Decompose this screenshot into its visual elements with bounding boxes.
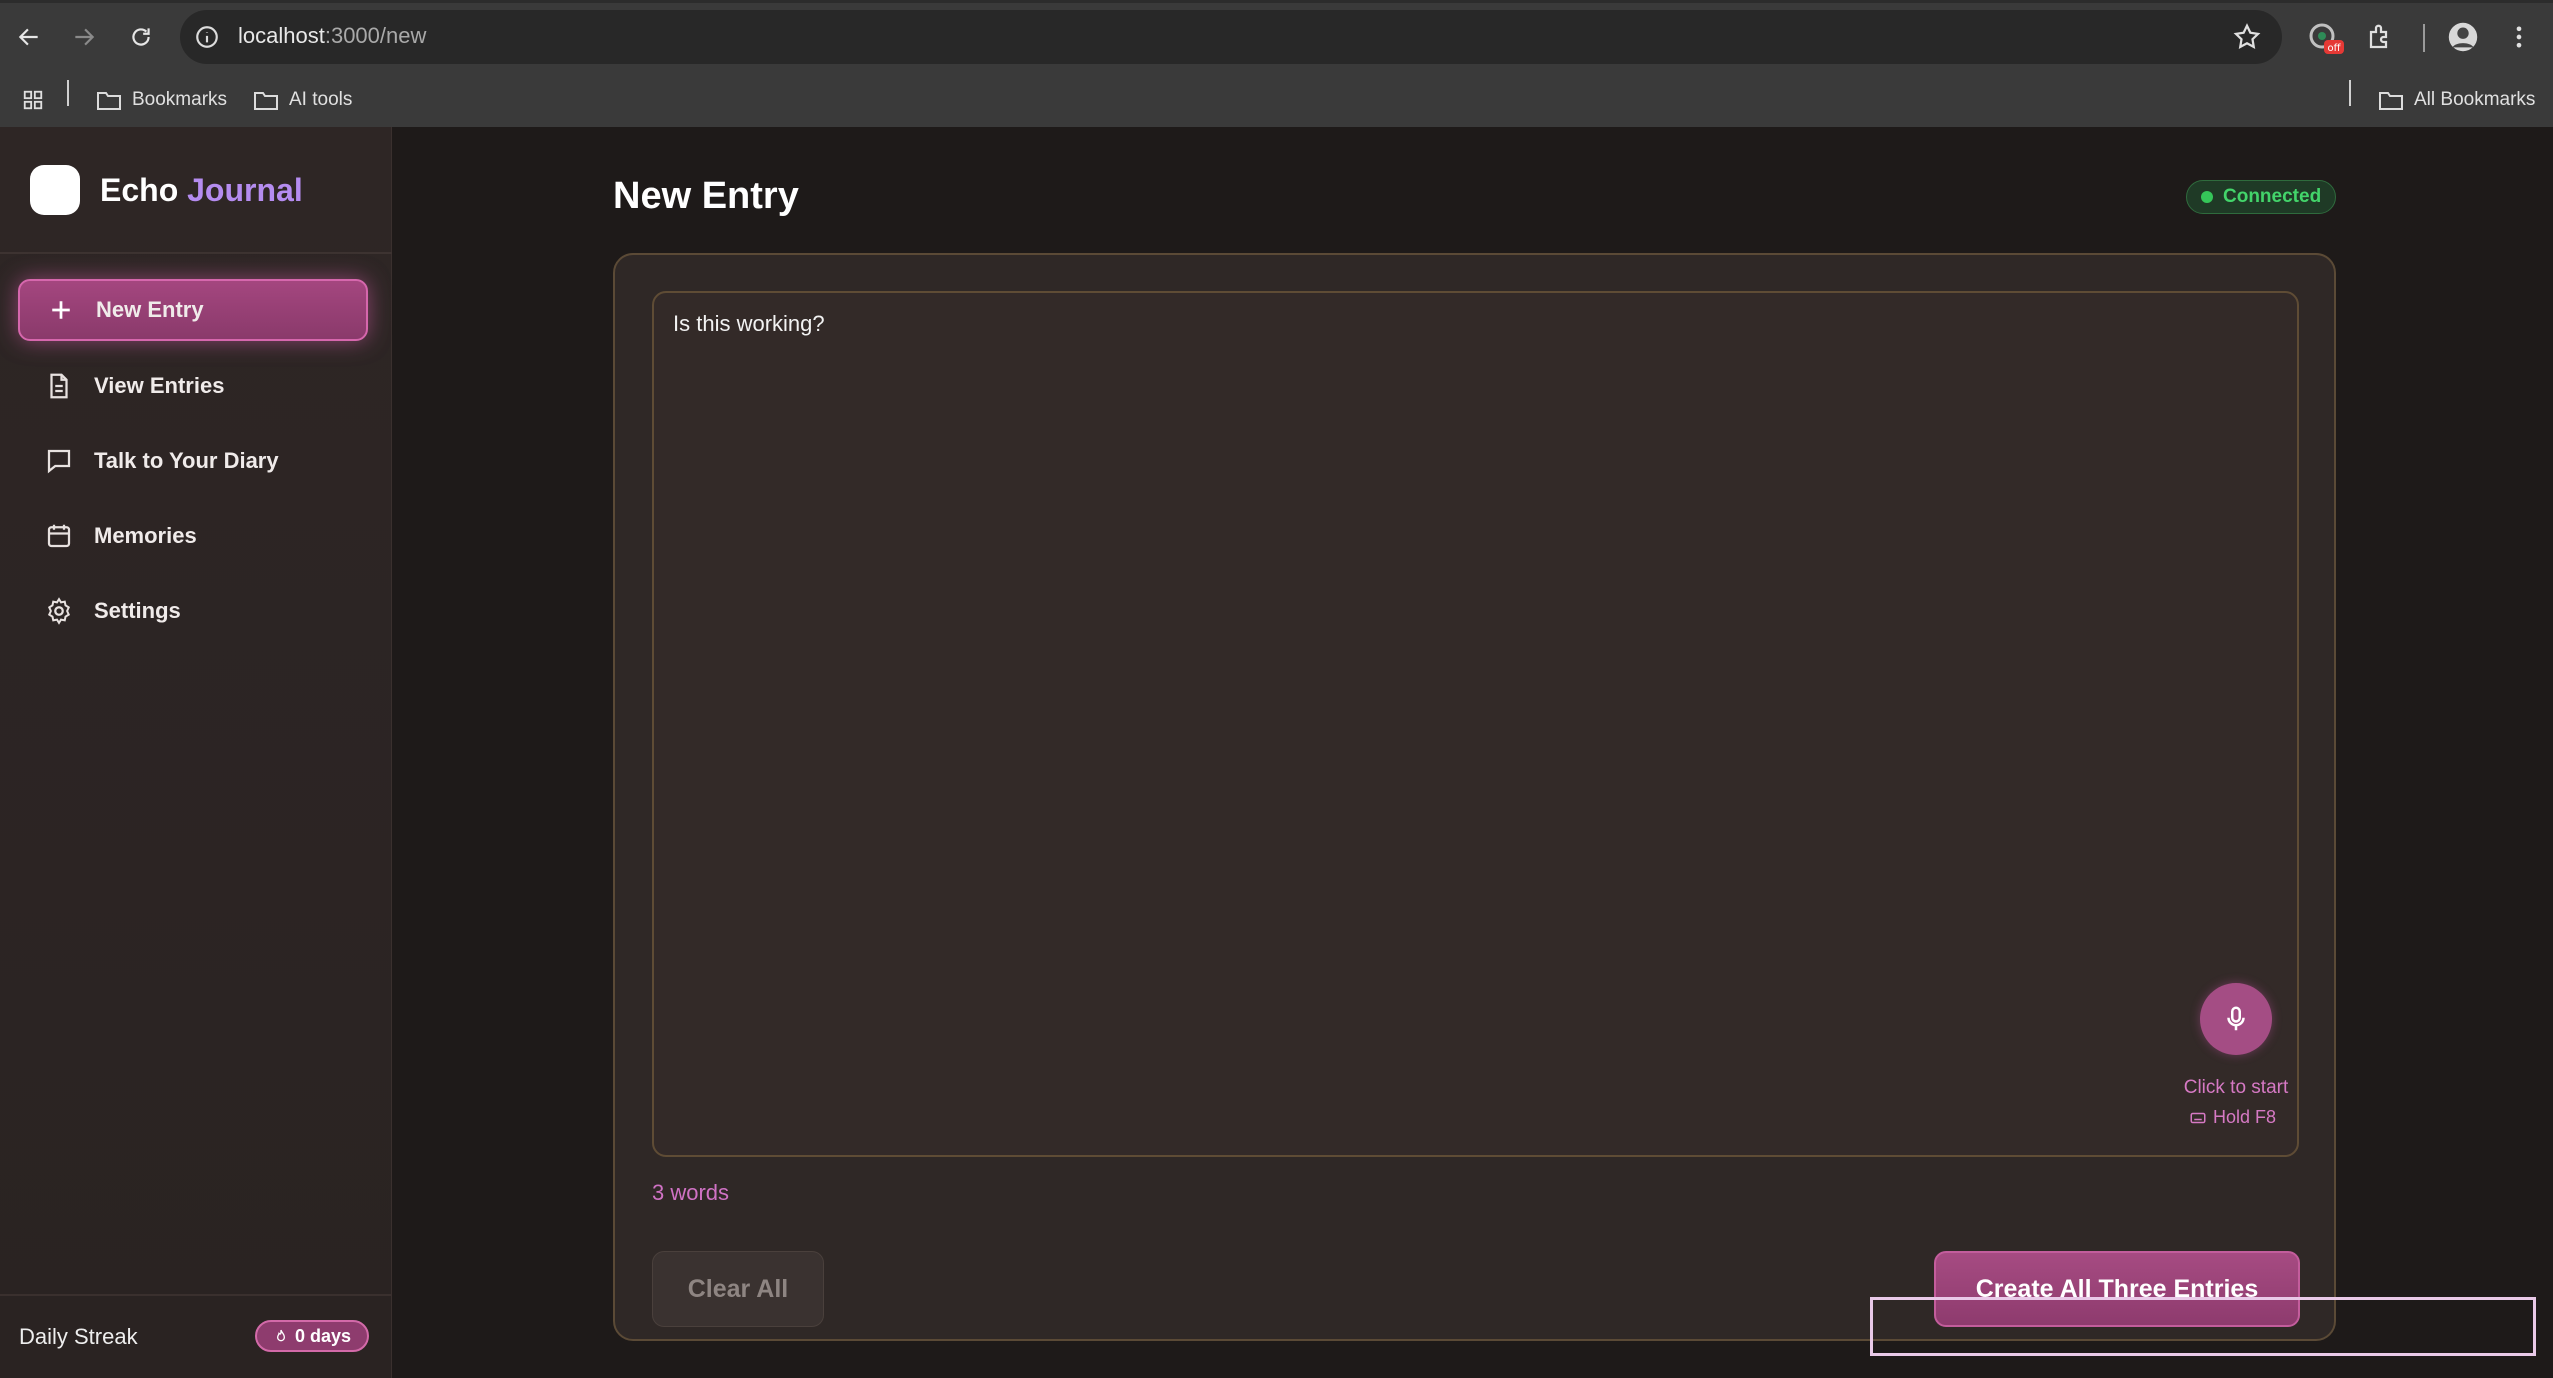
sidebar-item-view-entries[interactable]: View Entries [18, 355, 368, 417]
apps-grid-icon[interactable] [20, 88, 46, 112]
sidebar-item-settings[interactable]: Settings [18, 580, 368, 642]
status-dot-icon [2201, 191, 2213, 203]
back-button[interactable] [12, 20, 46, 54]
clear-all-button[interactable]: Clear All [652, 1251, 824, 1327]
all-bookmarks-folder[interactable]: All Bookmarks [2378, 88, 2535, 112]
bookmark-folder-ai-tools[interactable]: AI tools [253, 88, 352, 112]
microphone-icon [2227, 1006, 2245, 1031]
bookmark-folder-bookmarks[interactable]: Bookmarks [96, 88, 227, 112]
sidebar-item-new-entry[interactable]: New Entry [18, 279, 368, 341]
sidebar-item-memories[interactable]: Memories [18, 505, 368, 567]
app-logo-icon [30, 165, 80, 215]
selection-highlight [1870, 1297, 2536, 1356]
reload-button[interactable] [124, 20, 158, 54]
mic-shortcut-hint: Hold F8 [2189, 1107, 2276, 1128]
bookmarks-divider [67, 80, 69, 106]
url-text[interactable]: localhost:3000/new [238, 23, 426, 49]
sidebar-item-talk-to-your-diary[interactable]: Talk to Your Diary [18, 430, 368, 492]
brand[interactable]: Echo Journal [30, 165, 303, 215]
folder-icon [254, 92, 278, 110]
extensions-puzzle-icon[interactable] [2362, 18, 2400, 56]
browser-menu-icon[interactable] [2500, 18, 2538, 56]
sidebar: Echo Journal New Entry View Entries Talk… [0, 127, 392, 1378]
entry-text-area[interactable]: Is this working? Click to start Hold F8 [652, 291, 2299, 1157]
entry-text[interactable]: Is this working? [673, 311, 825, 337]
sidebar-footer-divider [0, 1294, 392, 1296]
sidebar-divider [0, 252, 392, 254]
address-bar[interactable]: localhost:3000/new [180, 10, 2282, 64]
page-title: New Entry [613, 175, 799, 217]
chat-bubble-icon [47, 449, 71, 474]
forward-button[interactable] [67, 20, 101, 54]
tab-strip-edge [0, 0, 2553, 3]
folder-icon [97, 92, 121, 110]
keyboard-icon [2190, 1112, 2206, 1123]
profile-avatar-icon[interactable] [2444, 18, 2482, 56]
arrow-left-icon [18, 28, 38, 46]
extension-off-icon[interactable]: off [2306, 18, 2344, 56]
calendar-icon [47, 524, 71, 548]
entry-card: Is this working? Click to start Hold F8 … [613, 253, 2336, 1341]
bookmarks-divider [2349, 80, 2351, 106]
reload-icon [132, 28, 150, 46]
entry-card-panel: Is this working? Click to start Hold F8 … [613, 253, 2336, 1341]
gear-icon [47, 597, 71, 625]
svg-text:off: off [2327, 43, 2341, 54]
document-icon [50, 373, 68, 399]
folder-icon [2379, 92, 2403, 110]
word-count: 3 words [652, 1180, 730, 1205]
connection-status-badge: Connected [2186, 180, 2337, 214]
mic-hint: Click to start [2183, 1077, 2289, 1098]
toolbar-divider [2423, 24, 2425, 52]
flame-icon [276, 1329, 286, 1342]
plus-icon [52, 301, 70, 319]
streak-badge: 0 days [255, 1320, 370, 1352]
app-name: Echo Journal [100, 171, 303, 208]
bookmark-star-icon[interactable] [2232, 22, 2262, 52]
arrow-right-icon [75, 28, 95, 46]
site-info-icon[interactable] [194, 24, 220, 50]
microphone-button[interactable] [2200, 983, 2272, 1055]
bookmarks-bar: Bookmarks AI tools All Bookmarks [0, 74, 2553, 127]
daily-streak-label: Daily Streak [19, 1324, 138, 1349]
browser-chrome: localhost:3000/new off Bookmarks AI tool… [0, 0, 2553, 127]
